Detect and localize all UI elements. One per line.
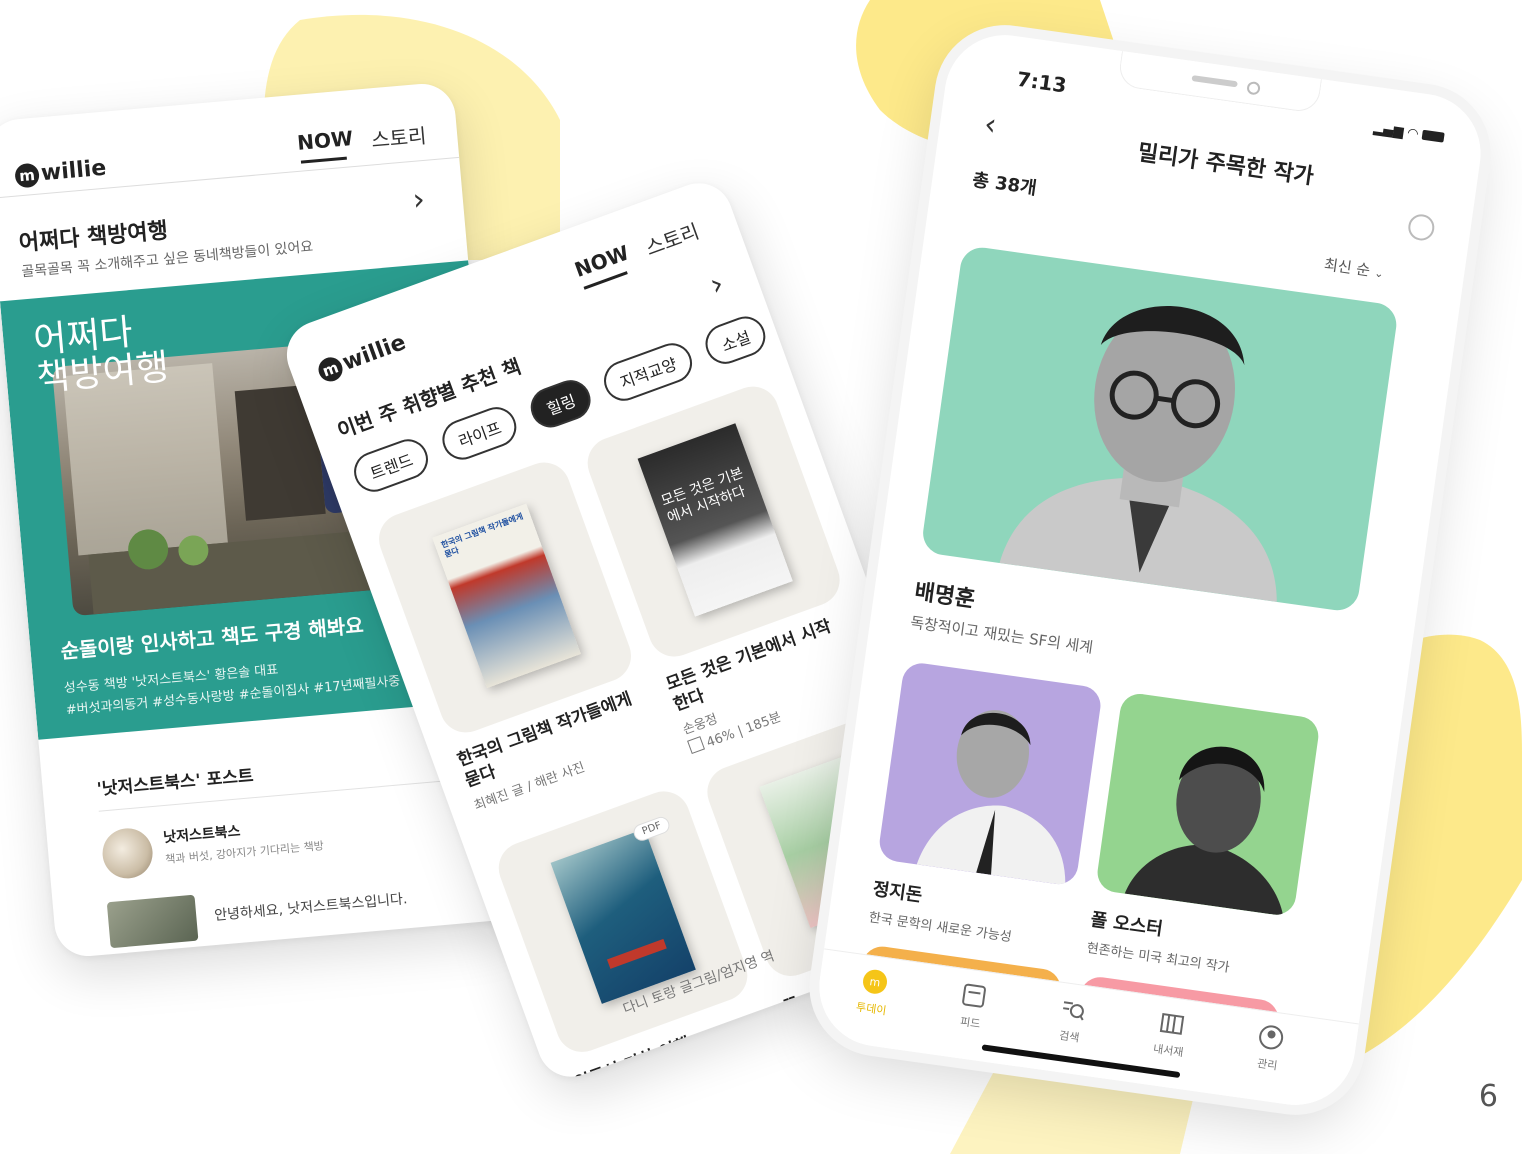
- svg-text:m: m: [869, 975, 881, 989]
- book-cover: [550, 828, 696, 1004]
- wifi-icon: ◠: [1406, 125, 1419, 142]
- chip-knowledge[interactable]: 지적교양: [598, 337, 698, 407]
- author-desc: 현존하는 미국 최고의 작가: [1085, 940, 1231, 976]
- willie-logo[interactable]: m willie: [314, 330, 409, 385]
- book-cover-strip: [606, 938, 667, 969]
- author-card-featured[interactable]: [920, 244, 1400, 614]
- page-title: 밀리가 주목한 작가: [1136, 140, 1316, 190]
- back-arrow-icon[interactable]: ‹: [982, 107, 999, 143]
- chip-healing[interactable]: 힐링: [525, 374, 597, 434]
- tab-now[interactable]: NOW: [296, 126, 354, 155]
- banner-title: 어쩌다 책방여행: [31, 312, 171, 400]
- author-portrait: [916, 710, 1066, 886]
- banner-headline: 순돌이랑 인사하고 책도 구경 해봐요: [59, 612, 365, 664]
- author-name[interactable]: 배명훈: [913, 574, 978, 614]
- battery-icon: [1421, 129, 1445, 143]
- book-card[interactable]: PDF: [491, 784, 755, 1060]
- chip-trend[interactable]: 트렌드: [348, 433, 434, 498]
- chip-life[interactable]: 라이프: [436, 401, 523, 466]
- profile-icon: [1259, 1025, 1284, 1050]
- book-icon: [687, 736, 706, 755]
- today-icon: m: [863, 969, 888, 994]
- author-name[interactable]: 정지돈: [871, 875, 924, 908]
- book-cover: 한국의 그림책 작가들에게 묻다: [432, 503, 581, 689]
- slide-page-number: 6: [1478, 1079, 1498, 1114]
- post-author-name[interactable]: 낫저스트북스: [162, 821, 241, 848]
- nav-today[interactable]: m 투데이: [835, 964, 911, 1021]
- status-icons: ▂▄▆ ◠: [1373, 121, 1445, 146]
- book-cover: 모든 것은 기본에서 시작하다: [637, 423, 793, 617]
- author-card[interactable]: [1095, 691, 1321, 918]
- tab-story[interactable]: 스토리: [641, 215, 703, 261]
- author-name[interactable]: 폴 오스터: [1089, 905, 1164, 941]
- chevron-right-icon[interactable]: ›: [705, 266, 728, 303]
- willie-logo[interactable]: m willie: [14, 156, 107, 189]
- author-desc: 독창적이고 재밌는 SF의 세계: [909, 613, 1095, 657]
- library-icon: [1159, 1013, 1185, 1035]
- author-desc: 한국 문학의 새로운 가능성: [867, 910, 1013, 946]
- book-cover-title: 모든 것은 기본에서 시작하다: [659, 465, 748, 527]
- speaker-icon: [1191, 75, 1238, 88]
- post-section-title: '낫저스트북스' 포스트: [96, 766, 255, 800]
- search-icon: [1063, 1001, 1084, 1021]
- author-card[interactable]: [877, 660, 1104, 887]
- signal-icon: ▂▄▆: [1372, 120, 1405, 140]
- result-count: 총 38개: [971, 169, 1038, 200]
- chip-novel[interactable]: 소설: [699, 310, 772, 370]
- nav-search[interactable]: 검색: [1034, 992, 1110, 1049]
- author-portrait: [999, 306, 1277, 602]
- nav-feed[interactable]: 피드: [935, 978, 1011, 1035]
- status-time: 7:13: [1015, 66, 1069, 98]
- nav-library[interactable]: 내서재: [1133, 1006, 1209, 1063]
- share-icon[interactable]: [1406, 212, 1437, 243]
- pdf-badge: PDF: [631, 814, 673, 844]
- sort-dropdown[interactable]: 최신 순 ⌄: [1323, 253, 1386, 282]
- book-cover-title: 한국의 그림책 작가들에게 묻다: [439, 511, 525, 560]
- author-portrait: [1124, 746, 1284, 916]
- avatar[interactable]: [100, 826, 155, 881]
- chevron-right-icon[interactable]: ›: [411, 182, 426, 218]
- camera-icon: [1246, 80, 1261, 96]
- post-thumbnail[interactable]: [106, 894, 199, 949]
- willie-logo-icon: m: [14, 162, 41, 189]
- tab-story[interactable]: 스토리: [370, 120, 428, 154]
- post-message[interactable]: 안녕하세요, 낫저스트북스입니다.: [213, 888, 408, 925]
- chevron-down-icon: ⌄: [1373, 266, 1385, 281]
- tab-now-underline: [300, 156, 347, 164]
- feed-icon: [962, 983, 986, 1008]
- nav-manage[interactable]: 관리: [1232, 1020, 1308, 1077]
